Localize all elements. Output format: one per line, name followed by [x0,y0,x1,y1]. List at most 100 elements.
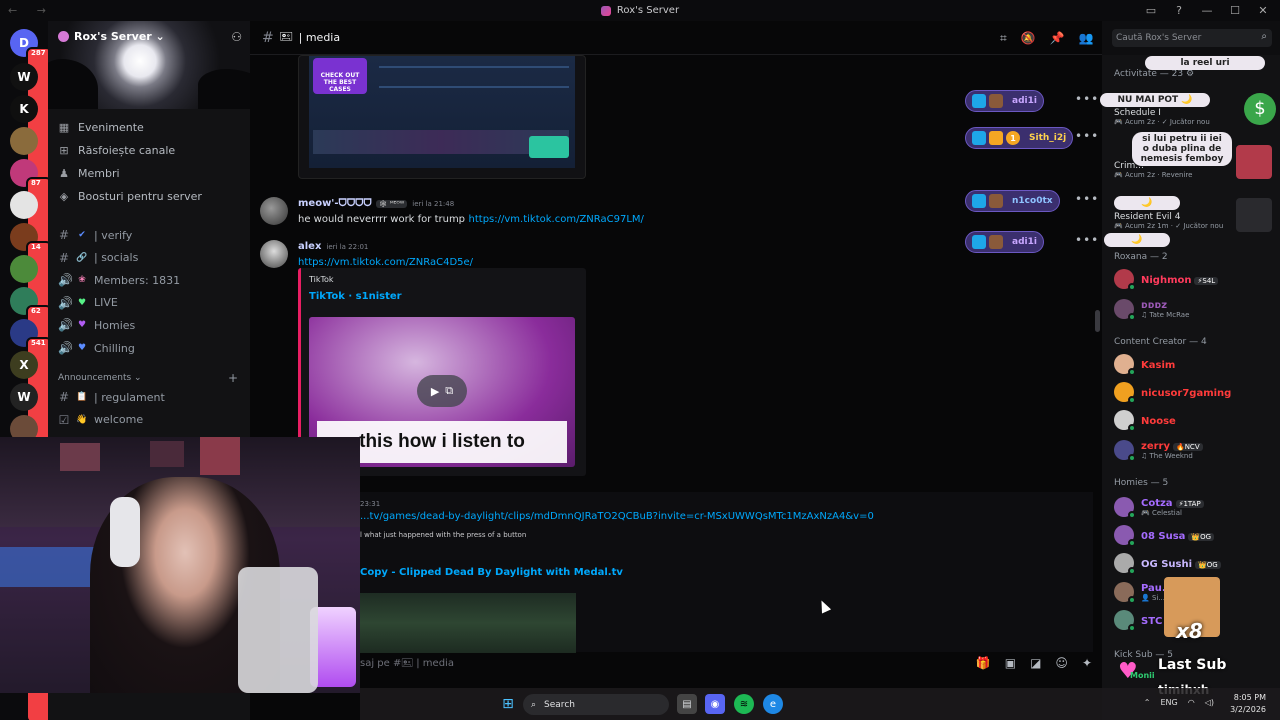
server-icon[interactable]: W [10,383,38,411]
sidebar-menu-item[interactable]: ♟ Membri [58,167,120,180]
twitch-icon [972,131,986,145]
history-nav[interactable]: ← → [8,4,54,17]
pin-icon[interactable]: 📌 [1050,31,1065,45]
clock[interactable]: 8:05 PM 3/2/2026 [1230,692,1266,716]
volume-icon[interactable]: ◁) [1205,698,1214,707]
server-icon[interactable] [10,255,38,283]
activity-item[interactable]: Resident Evil 4 🎮 Acum 2z 1m · ✓ Jucător … [1114,212,1223,230]
server-name-dropdown[interactable]: Rox's Server ⌄ [58,30,165,43]
member-list-icon[interactable]: 👥 [1079,31,1094,45]
embed-title[interactable]: Copy - Clipped Dead By Daylight with Med… [360,567,623,578]
channel-item[interactable]: # 📋 | regulament [58,390,165,404]
chat-bubble: 🌙 [1104,233,1170,247]
member-item[interactable]: nicusor7gaming [1114,382,1231,404]
member-item[interactable]: 08 Susa 👑OG [1114,525,1215,547]
inbox-icon[interactable]: ▭ [1144,3,1158,17]
sticker-icon[interactable]: ◪ [1030,656,1041,670]
add-channel-icon[interactable]: + [228,371,238,385]
start-icon[interactable]: ⊞ [498,694,518,714]
server-icon[interactable] [10,127,38,155]
member-name: OG Sushi [1141,558,1193,570]
channel-item[interactable]: 🔊 ♥ Homies [58,318,135,332]
more-options-icon[interactable]: ••• [1075,233,1099,247]
sidebar-menu-item[interactable]: ⊞ Răsfoiește canale [58,144,175,157]
sidebar-menu-item[interactable]: ▦ Evenimente [58,121,144,134]
user-avatar[interactable] [260,240,288,268]
server-icon[interactable] [10,191,38,219]
discord-icon[interactable]: ◉ [705,694,725,714]
channel-label: Homies [94,318,136,332]
message-link-row: ...tv/games/dead-by-daylight/clips/mdDmn… [360,509,874,522]
channel-item[interactable]: # 🔗 | socials [58,251,138,265]
server-icon[interactable]: W [10,63,38,91]
threads-icon[interactable]: ⌗ [1000,31,1007,46]
chevron-up-icon[interactable]: ⌃ [1144,698,1151,707]
apps-icon[interactable]: ✦ [1082,656,1092,670]
status-dot [1128,539,1136,547]
member-item[interactable]: zerry 🔥NCV ♫ The Weeknd [1114,439,1203,462]
member-item[interactable]: Nighmon ⚡S4L [1114,269,1219,291]
member-item[interactable]: Cotza ⚡1TAP 🎮 Celestial [1114,496,1204,519]
user-avatar[interactable] [260,197,288,225]
member-item[interactable]: OG Sushi 👑OG [1114,553,1221,575]
server-icon[interactable]: X [10,351,38,379]
channel-label: | socials [94,251,139,265]
mute-icon[interactable]: 🔕 [1021,31,1036,45]
member-item[interactable]: Kasim [1114,354,1175,376]
channel-label: Members: 1831 [94,273,181,287]
calendar-icon: ▦ [58,121,70,134]
play-button[interactable]: ▶ ⧉ [417,375,467,407]
channel-item[interactable]: ☑ 👋 welcome [58,413,143,427]
more-options-icon[interactable]: ••• [1075,129,1099,143]
webcam-overlay [0,437,360,693]
wifi-icon[interactable]: ◠ [1188,698,1195,707]
channel-item[interactable]: 🔊 ♥ LIVE [58,296,118,310]
member-tag: 👑OG [1195,560,1221,569]
taskbar-search[interactable]: ⌕ Search [523,694,669,715]
timestamp: ieri la 22:01 [326,243,369,251]
members-icon: ♟ [59,167,69,180]
member-item[interactable]: ᴅᴅᴅᴢ ♫ Tate McRae [1114,298,1189,321]
message-link[interactable]: https://vm.tiktok.com/ZNRaC97LM/ [469,214,644,225]
scrollbar[interactable] [1095,310,1100,332]
category-announcements[interactable]: Announcements ⌄ [58,373,142,383]
message-link[interactable]: ...tv/games/dead-by-daylight/clips/mdDmn… [360,511,874,522]
image-embed[interactable]: CHECK OUT THE BEST CASES [298,55,586,179]
sidebar-menu-item[interactable]: ◈ Boosturi pentru server [58,190,202,203]
timestamp: 23:31 [360,500,381,508]
channel-item[interactable]: 🔊 ❀ Members: 1831 [58,273,180,287]
gift-icon[interactable]: 🎁 [976,656,991,670]
maximize-button[interactable]: ☐ [1228,3,1242,17]
video-thumbnail[interactable] [360,593,576,653]
language-indicator[interactable]: ENG [1160,698,1177,707]
spotify-icon[interactable]: ≋ [734,694,754,714]
status-dot [1128,312,1136,321]
activity-item[interactable]: Schedule I 🎮 Acum 2z · ✓ Jucător nou [1114,108,1210,126]
username[interactable]: meow'-ᗜᗜᗜᗜ [298,198,372,209]
more-options-icon[interactable]: ••• [1075,192,1099,206]
channel-item[interactable]: 🔊 ♥ Chilling [58,341,135,355]
more-options-icon[interactable]: ••• [1075,92,1099,106]
username[interactable]: alex [298,241,321,252]
invite-icon[interactable]: ⚇ [231,30,242,44]
hash-icon: # [58,228,70,242]
server-icon[interactable]: K [10,95,38,123]
message-text: he would neverrrr work for trump [298,214,466,225]
status-dot [1128,283,1136,291]
title-bar: ← → Rox's Server ▭ ? — ☐ ✕ [0,0,1280,21]
message-link[interactable]: https://vm.tiktok.com/ZNRaC4D5e/ [298,257,473,268]
member-item[interactable]: Noose [1114,410,1176,432]
status-dot [1128,510,1136,519]
embed-title[interactable]: TikTok · s1nister [309,291,402,302]
crown-icon [989,131,1003,145]
search-input[interactable]: Caută Rox's Server ⌕ [1112,29,1272,47]
close-button[interactable]: ✕ [1256,3,1270,17]
gif-icon[interactable]: ▣ [1005,656,1016,670]
help-icon[interactable]: ? [1172,3,1186,17]
emoji-icon[interactable]: ☺ [1055,656,1068,670]
minimize-button[interactable]: — [1200,3,1214,17]
channel-item[interactable]: # ✔ | verify [58,228,132,242]
sidebar-menu-label: Membri [78,167,120,180]
edge-icon[interactable]: e [763,694,783,714]
task-view-icon[interactable]: ▤ [677,694,697,714]
